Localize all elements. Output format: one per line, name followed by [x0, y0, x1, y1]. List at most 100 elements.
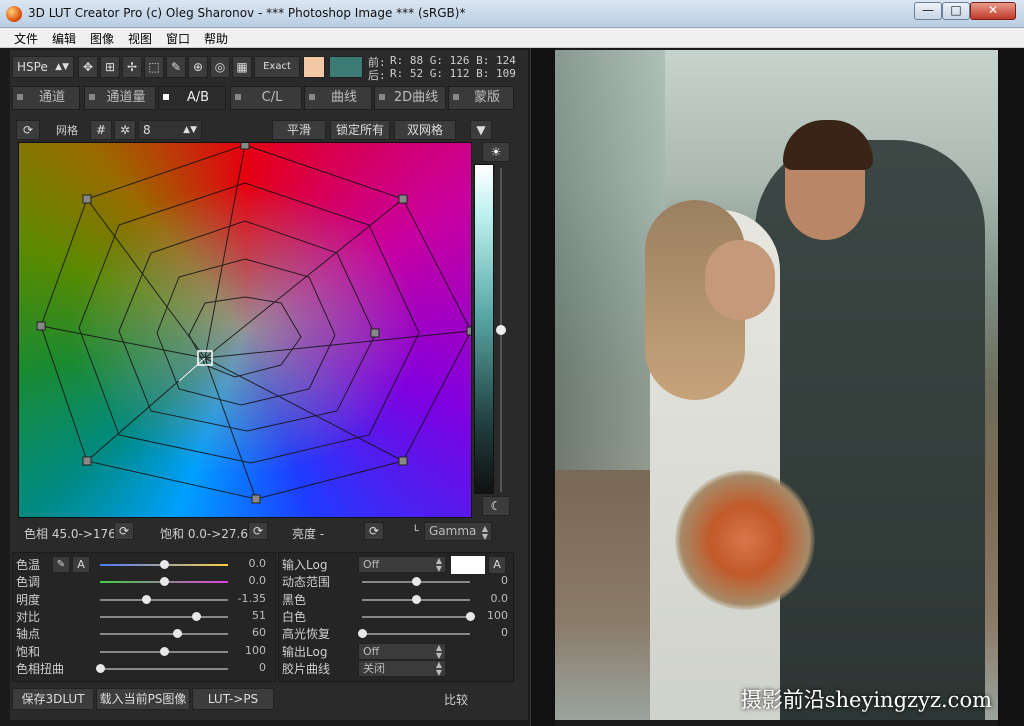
tab-2d-curves[interactable]: 2D曲线	[374, 86, 446, 110]
left-contrast-slider-knob[interactable]	[192, 611, 201, 621]
lut-to-ps-button[interactable]: LUT->PS	[192, 688, 274, 710]
menu-edit[interactable]: 编辑	[52, 30, 76, 47]
menu-help[interactable]: 帮助	[204, 30, 228, 47]
keyboard-icon[interactable]: ▦	[232, 56, 252, 78]
left-contrast-label: 对比	[16, 609, 41, 624]
left-saturation-label: 饱和	[16, 644, 41, 659]
right-dynamic-range-slider[interactable]	[362, 577, 470, 587]
menu-image[interactable]: 图像	[90, 30, 114, 47]
hue-reset-icon[interactable]: ⟳	[114, 522, 134, 540]
reset-icon[interactable]: ⟳	[16, 120, 40, 140]
hue-readout: 色相 45.0->176	[24, 527, 116, 541]
grid-size-value: 8	[143, 123, 151, 137]
eyedropper-icon[interactable]: ✎	[166, 56, 186, 78]
before-color-values: R: 88 G: 126 B: 124	[390, 54, 516, 67]
menu-file[interactable]: 文件	[14, 30, 38, 47]
preview-bouquet	[675, 470, 815, 610]
tab-label: 蒙版	[473, 90, 500, 105]
lut-to-ps-label: LUT->PS	[207, 692, 259, 706]
before-color-swatch[interactable]	[303, 56, 325, 78]
after-color-values: R: 52 G: 112 B: 109	[390, 67, 516, 80]
left-contrast-slider[interactable]	[100, 611, 228, 621]
maximize-button[interactable]: □	[942, 2, 970, 20]
dropdown-arrow-icon[interactable]: ▼	[470, 120, 492, 140]
left-hue-twist-value: 0	[259, 660, 266, 674]
lock-all-button[interactable]: 锁定所有	[330, 120, 390, 140]
exact-toggle[interactable]: Exact	[254, 56, 300, 78]
tab-cl[interactable]: C/L	[230, 86, 302, 110]
left-tint-slider[interactable]	[100, 577, 228, 587]
load-ps-image-label: 载入当前PS图像	[99, 692, 187, 706]
left-saturation-slider[interactable]	[100, 646, 228, 656]
left-color-temp-slider-knob[interactable]	[160, 560, 169, 569]
tab-curves[interactable]: 曲线	[304, 86, 372, 110]
grid-select-icon[interactable]: ⊞	[100, 56, 120, 78]
after-color-prefix: 后:	[368, 69, 386, 82]
menu-view[interactable]: 视图	[128, 30, 152, 47]
tab-label: 通道	[38, 90, 65, 105]
updown-icon: ▲▼	[435, 642, 442, 660]
right-output-log-select[interactable]: Off ▲ ▼	[358, 642, 446, 660]
left-pivot-slider[interactable]	[100, 629, 228, 639]
minimize-button[interactable]: —	[914, 2, 942, 20]
brightness-reset-icon[interactable]: ⟳	[364, 522, 384, 540]
moon-icon[interactable]: ☾	[482, 496, 510, 516]
left-pivot-label: 轴点	[16, 627, 41, 642]
move-tool-icon[interactable]: ✥	[78, 56, 98, 78]
save-3dlut-button[interactable]: 保存3DLUT	[12, 688, 94, 710]
white-point-swatch[interactable]	[450, 555, 486, 575]
grid-icon[interactable]: #	[90, 120, 112, 140]
auto-button[interactable]: A	[72, 556, 90, 573]
tab-channel[interactable]: 通道	[12, 86, 80, 110]
left-pivot-slider-knob[interactable]	[172, 629, 182, 639]
right-white-slider[interactable]	[362, 611, 475, 621]
mode-select[interactable]: HSPe ▲▼	[12, 56, 74, 78]
right-black-label: 黑色	[282, 592, 307, 607]
right-black-slider[interactable]	[362, 594, 470, 604]
left-color-temp-label: 色温	[16, 558, 41, 572]
scale-tool-icon[interactable]: ✢	[122, 56, 142, 78]
right-black-slider-knob[interactable]	[412, 594, 421, 604]
left-hue-twist-slider[interactable]	[96, 663, 228, 673]
grid-size-stepper[interactable]: 8 ▲▼	[138, 120, 202, 140]
panel-divider[interactable]	[530, 48, 555, 726]
image-preview[interactable]: 摄影前沿sheyingzyz.com	[555, 50, 998, 720]
left-lightness-slider-knob[interactable]	[142, 594, 152, 604]
right-black-value: 0.0	[490, 591, 509, 605]
lock-all-label: 锁定所有	[335, 123, 384, 137]
grid-mesh[interactable]	[19, 143, 472, 518]
ab-color-grid[interactable]	[18, 142, 472, 518]
right-input-log-select[interactable]: Off ▲ ▼	[358, 556, 446, 573]
left-lightness-slider[interactable]	[100, 594, 228, 604]
luminance-slider-knob[interactable]	[496, 325, 506, 335]
close-button[interactable]: ✕	[970, 2, 1016, 20]
zoom-icon[interactable]: ⊕	[188, 56, 208, 78]
after-color-swatch[interactable]	[329, 56, 363, 78]
radial-grid-icon[interactable]: ✲	[114, 120, 136, 140]
tab-channel-amount[interactable]: 通道量	[84, 86, 156, 110]
menu-window[interactable]: 窗口	[166, 30, 190, 47]
right-highlight-recovery-slider[interactable]	[358, 629, 470, 639]
double-grid-button[interactable]: 双网格	[394, 120, 456, 140]
tab-label: 通道量	[106, 90, 146, 105]
smooth-button[interactable]: 平滑	[272, 120, 326, 140]
target-icon[interactable]: ◎	[210, 56, 230, 78]
right-film-curve-select[interactable]: 关闭 ▲ ▼	[358, 659, 446, 677]
gamma-select[interactable]: Gamma ▲ ▼	[424, 522, 492, 541]
tab-mask[interactable]: 蒙版	[448, 86, 514, 110]
compare-button[interactable]: 比较	[444, 691, 468, 708]
sun-icon[interactable]: ☀	[482, 142, 510, 162]
left-saturation-slider-knob[interactable]	[160, 646, 169, 656]
load-ps-image-button[interactable]: 载入当前PS图像	[96, 688, 190, 710]
auto-button[interactable]: A	[488, 556, 506, 574]
saturation-reset-icon[interactable]: ⟳	[248, 522, 268, 540]
tab-ab[interactable]: A/B	[158, 86, 226, 110]
left-saturation-value: 100	[245, 643, 266, 657]
window-title: 3D LUT Creator Pro (c) Oleg Sharonov - *…	[28, 6, 466, 20]
preview-suit	[755, 140, 985, 720]
luminance-bar	[474, 164, 494, 494]
left-hue-twist-slider-knob[interactable]	[96, 663, 105, 673]
marquee-icon[interactable]: ⬚	[144, 56, 164, 78]
left-color-temp-slider[interactable]	[100, 560, 228, 569]
eyedropper-icon[interactable]: ✎	[52, 556, 70, 573]
